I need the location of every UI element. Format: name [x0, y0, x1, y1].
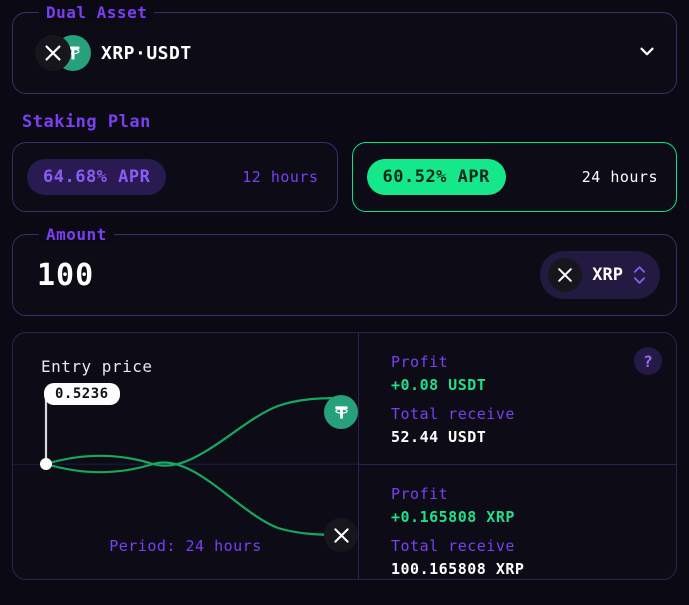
total-receive-label: Total receive [391, 537, 515, 555]
total-receive-value: 100.165808 XRP [391, 560, 525, 578]
total-receive-label: Total receive [391, 405, 515, 423]
entry-price-label: Entry price [41, 357, 153, 376]
asset-selector[interactable]: XRP·USDT [13, 13, 676, 93]
amount-input[interactable] [37, 257, 337, 293]
total-receive-value: 52.44 USDT [391, 428, 487, 446]
xrp-icon [548, 258, 583, 292]
asset-pair-name: XRP·USDT [101, 42, 192, 64]
profit-value: +0.08 USDT [391, 376, 487, 394]
chart-endpoint-usdt-icon [324, 395, 358, 429]
plan-card-24h[interactable]: 60.52% APR 24 hours [351, 142, 677, 212]
plan-duration: 24 hours [581, 168, 658, 186]
amount-row: XRP [13, 235, 676, 315]
staking-plan-list: 64.68% APR 12 hours 60.52% APR 24 hours [12, 142, 677, 212]
amount-group: Amount XRP [12, 225, 677, 316]
dual-asset-legend: Dual Asset [39, 3, 155, 22]
profit-label: Profit [391, 485, 449, 503]
token-name: XRP [592, 265, 623, 285]
outcome-xrp: Profit +0.165808 XRP Total receive 100.1… [359, 465, 676, 579]
stepper-up-down-icon[interactable] [633, 265, 646, 285]
outcome-usdt: Profit +0.08 USDT Total receive 52.44 US… [359, 333, 676, 464]
dual-asset-group: Dual Asset XRP·USDT [12, 3, 677, 94]
staking-plan-title: Staking Plan [22, 112, 151, 132]
dual-investment-page: Dual Asset XRP·USDT Staking Plan 64.68% … [0, 3, 689, 605]
outcome-chart: Entry price 0.5236 Period: 24 hours [13, 333, 358, 579]
chart-endpoint-xrp-icon [324, 518, 358, 552]
plan-apr-badge: 60.52% APR [366, 159, 506, 195]
plan-card-12h[interactable]: 64.68% APR 12 hours [12, 142, 338, 212]
period-label: Period: 24 hours [109, 537, 262, 555]
amount-legend: Amount [39, 225, 114, 244]
plan-apr-badge: 64.68% APR [27, 159, 167, 195]
plan-duration: 12 hours [242, 168, 319, 186]
entry-price-badge: 0.5236 [44, 383, 120, 405]
xrp-icon [35, 35, 71, 71]
settlement-result-panel: Entry price 0.5236 Period: 24 hours Prof… [12, 332, 677, 580]
chevron-down-icon[interactable] [636, 40, 658, 66]
coin-pair-icons [35, 35, 91, 71]
help-icon[interactable]: ? [634, 347, 662, 375]
token-selector[interactable]: XRP [540, 251, 660, 299]
profit-value: +0.165808 XRP [391, 508, 515, 526]
